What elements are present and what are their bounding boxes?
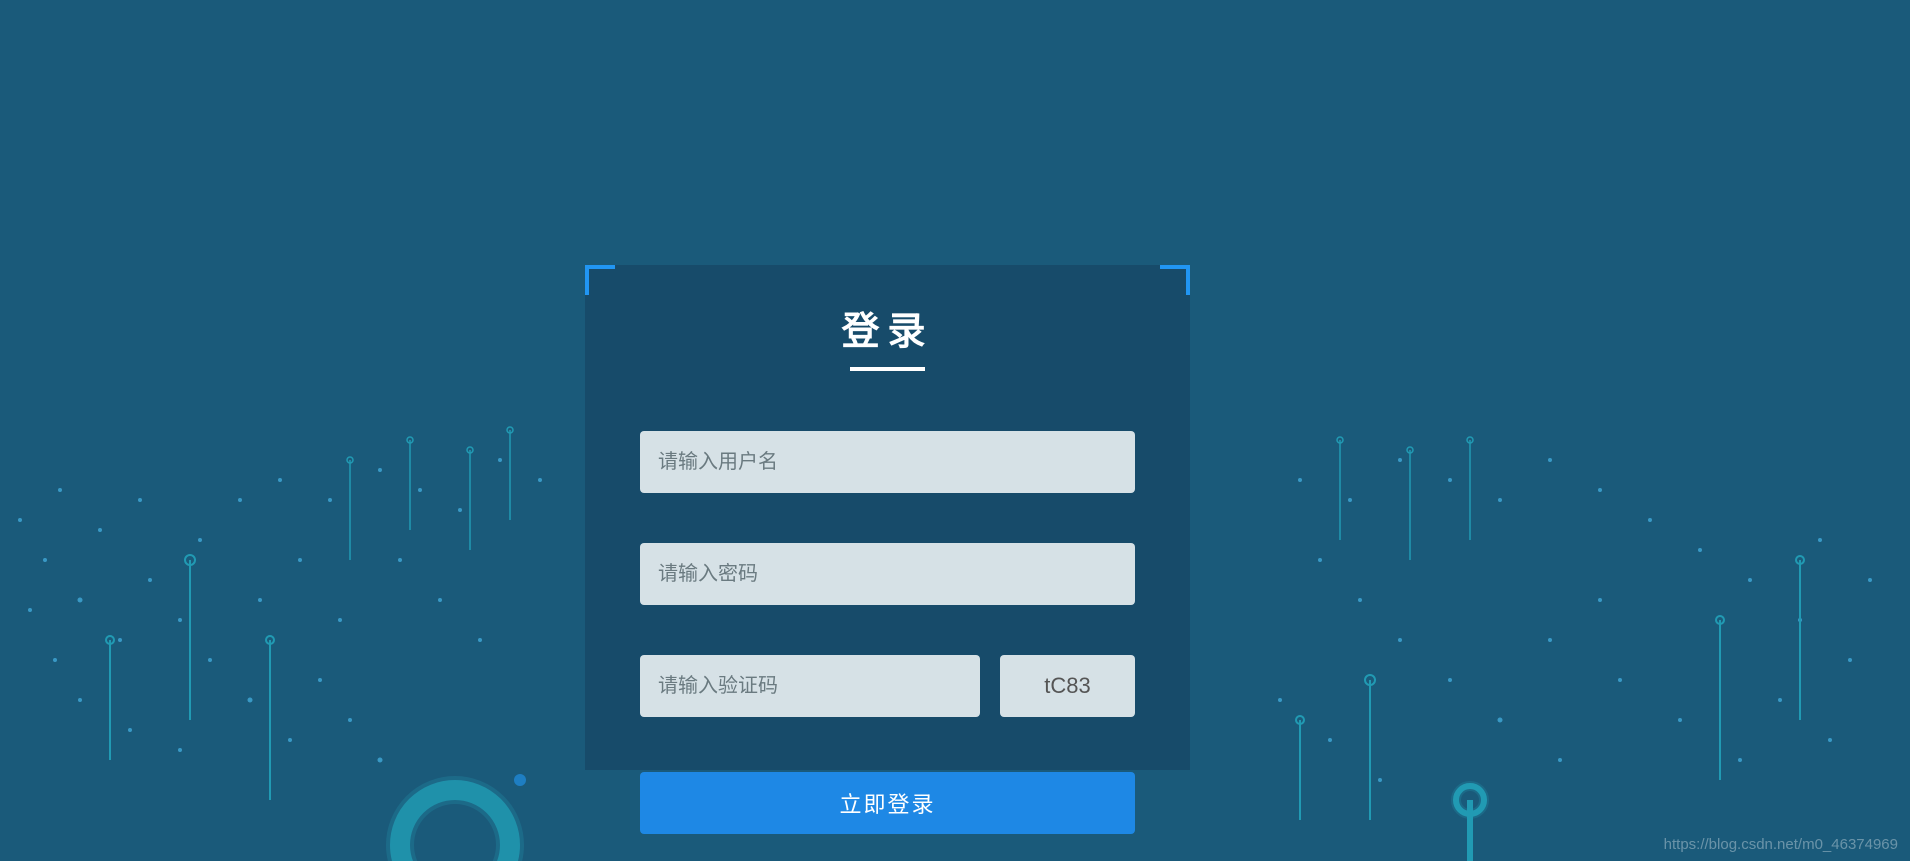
password-input[interactable] (640, 543, 1135, 605)
login-form: tC83 立即登录 (585, 371, 1190, 834)
login-submit-button[interactable]: 立即登录 (640, 772, 1135, 834)
login-title: 登录 (585, 300, 1190, 355)
corner-bracket-top-right (1160, 265, 1190, 295)
corner-bracket-top-left (585, 265, 615, 295)
captcha-image[interactable]: tC83 (1000, 655, 1135, 717)
username-input[interactable] (640, 431, 1135, 493)
login-panel: 登录 tC83 立即登录 (585, 265, 1190, 770)
captcha-input[interactable] (640, 655, 980, 717)
watermark: https://blog.csdn.net/m0_46374969 (1664, 836, 1898, 853)
